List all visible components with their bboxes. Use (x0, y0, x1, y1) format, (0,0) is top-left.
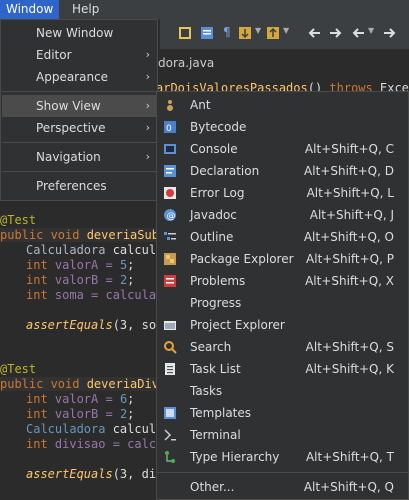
open-task-icon[interactable] (200, 26, 214, 40)
view-item-other[interactable]: Other... Alt+Shift+Q, Q (157, 476, 408, 498)
type-hierarchy-icon (165, 451, 175, 463)
editor-tab[interactable]: dora.java (158, 52, 214, 74)
code-line: int valorB = 2; (26, 407, 135, 421)
view-item-tasks[interactable]: Tasks (157, 380, 408, 402)
search-icon (164, 341, 177, 354)
code-line: int valorB = 2; (26, 273, 135, 287)
menu-separator (2, 91, 156, 92)
code-line: public void deveriaSubt (0, 228, 167, 242)
show-view-submenu: Ant 0 Bytecode Console Alt+Shift+Q, C Dec… (156, 91, 409, 500)
view-item-ant[interactable]: Ant (157, 94, 408, 116)
declaration-icon (164, 165, 176, 177)
view-item-javadoc[interactable]: @ Javadoc Alt+Shift+Q, J (157, 204, 408, 226)
project-explorer-icon (164, 321, 176, 330)
task-list-icon (165, 363, 175, 375)
terminal-icon (164, 429, 176, 441)
dropdown-arrow-icon[interactable]: ▼ (283, 26, 289, 35)
menu-item-navigation[interactable]: Navigation › (2, 146, 156, 168)
code-line: Calculadora calcula (26, 422, 164, 436)
code-line: int divisao = calcu (26, 437, 164, 451)
code-line: @Test (0, 362, 37, 376)
view-item-progress[interactable]: Progress (157, 292, 408, 314)
menu-item-show-view[interactable]: Show View › (2, 95, 156, 117)
view-item-search[interactable]: Search Alt+Shift+Q, S (157, 336, 408, 358)
view-item-task-list[interactable]: Task List Alt+Shift+Q, K (157, 358, 408, 380)
dropdown-arrow-icon[interactable]: ▼ (255, 26, 261, 35)
chevron-right-icon: › (145, 150, 150, 163)
chevron-right-icon: › (145, 70, 150, 83)
templates-icon (164, 407, 176, 419)
code-line: assertEquals(3, div (26, 467, 164, 481)
menu-item-new-window[interactable]: New Window (2, 22, 156, 44)
menu-item-perspective[interactable]: Perspective › (2, 117, 156, 139)
menu-item-appearance[interactable]: Appearance › (2, 66, 156, 88)
forward-edit-icon[interactable] (328, 26, 342, 40)
menu-window[interactable]: Window (0, 0, 60, 19)
show-whitespace-icon[interactable]: ¶ (223, 25, 231, 39)
view-item-bytecode[interactable]: 0 Bytecode (157, 116, 408, 138)
chevron-right-icon: › (145, 121, 150, 134)
view-item-error-log[interactable]: Error Log Alt+Shift+Q, L (157, 182, 408, 204)
code-line: public void deveriaDivi (0, 377, 167, 391)
code-line: int valorA = 5; (26, 258, 135, 272)
view-item-console[interactable]: Console Alt+Shift+Q, C (157, 138, 408, 160)
dropdown-arrow-icon[interactable]: ▼ (368, 26, 374, 35)
ant-icon (167, 100, 173, 111)
window-menu: New Window Editor › Appearance › Show View… (0, 19, 158, 201)
code-line: int soma = calcula (26, 288, 157, 302)
svg-text:@: @ (167, 212, 176, 222)
view-item-type-hierarchy[interactable]: Type Hierarchy Alt+Shift+Q, T (157, 446, 408, 468)
menu-separator (2, 171, 156, 172)
menu-bar: Window Help (0, 0, 409, 19)
outline-icon (164, 232, 176, 240)
chevron-right-icon: › (145, 99, 150, 112)
bytecode-icon: 0 (164, 121, 176, 134)
code-line: Calculadora calcula (26, 243, 164, 257)
menu-separator (157, 472, 408, 473)
view-item-problems[interactable]: Problems Alt+Shift+Q, X (157, 270, 408, 292)
menu-item-preferences[interactable]: Preferences (2, 175, 156, 197)
code-line: @Test (0, 213, 37, 227)
view-item-declaration[interactable]: Declaration Alt+Shift+Q, D (157, 160, 408, 182)
toolbar: ¶ ▼ ▼ ▼ (160, 19, 409, 49)
view-item-terminal[interactable]: Terminal (157, 424, 408, 446)
package-explorer-icon (164, 253, 176, 265)
menu-item-editor[interactable]: Editor › (2, 44, 156, 66)
back-icon[interactable] (352, 26, 366, 40)
view-item-project-explorer[interactable]: Project Explorer (157, 314, 408, 336)
chevron-right-icon: › (145, 48, 150, 61)
menu-help[interactable]: Help (66, 0, 105, 19)
svg-text:0: 0 (166, 124, 172, 134)
menu-separator (2, 142, 156, 143)
next-annotation-icon[interactable] (238, 26, 252, 40)
last-edit-icon[interactable] (308, 26, 322, 40)
open-type-icon[interactable] (178, 26, 192, 40)
view-item-package-explorer[interactable]: Package Explorer Alt+Shift+Q, P (157, 248, 408, 270)
view-item-outline[interactable]: Outline Alt+Shift+Q, O (157, 226, 408, 248)
forward-icon[interactable] (382, 26, 396, 40)
code-line: assertEquals(3, som (26, 318, 164, 332)
code-line: int valorA = 6; (26, 392, 135, 406)
problems-icon (164, 275, 176, 287)
error-log-icon (164, 187, 176, 199)
javadoc-icon: @ (164, 209, 176, 222)
console-icon (164, 144, 176, 154)
prev-annotation-icon[interactable] (266, 26, 280, 40)
view-item-templates[interactable]: Templates (157, 402, 408, 424)
